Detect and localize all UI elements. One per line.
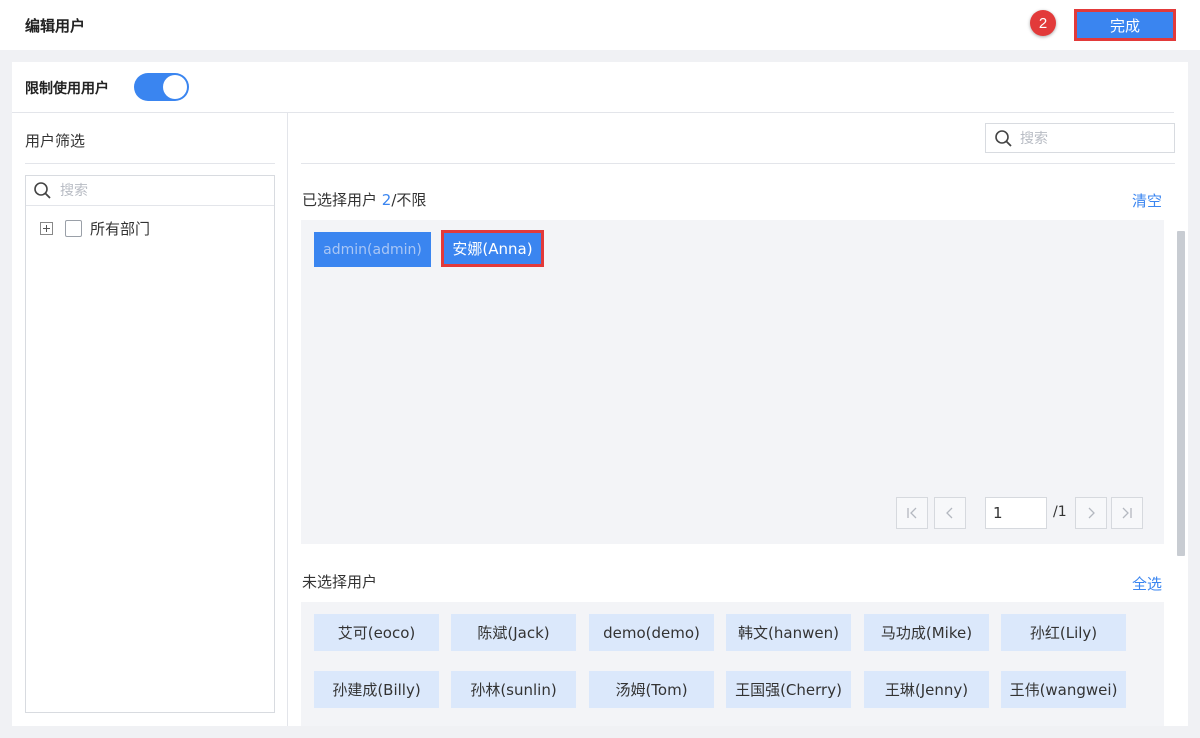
user-search-input[interactable] [1020,128,1168,150]
department-tree: 所有部门 [25,175,275,713]
selected-count: 2 [381,191,392,209]
unselected-users-title: 未选择用户 [302,573,378,591]
selected-limit: /不限 [391,191,427,209]
clear-button[interactable]: 清空 [1132,190,1162,211]
user-chip[interactable]: 王琳(Jenny) [864,671,989,708]
user-chip[interactable]: 汤姆(Tom) [589,671,714,708]
tree-search-bar [26,176,274,206]
restrict-users-label: 限制使用用户 [25,81,109,97]
divider [301,163,1175,164]
scrollbar[interactable] [1177,231,1185,556]
user-chip[interactable]: 马功成(Mike) [864,614,989,651]
selected-users-label: 已选择用户 [302,191,378,209]
page-number-input[interactable] [985,497,1047,529]
user-chip[interactable]: 陈斌(Jack) [451,614,576,651]
user-chip[interactable]: 王国强(Cherry) [726,671,851,708]
toggle-knob [163,75,187,99]
expand-icon[interactable] [40,221,53,235]
selected-users-area: admin(admin) 安娜(Anna) /1 [301,220,1164,544]
selected-user-chip-admin: admin(admin) [314,232,431,267]
divider [25,163,275,164]
done-button[interactable]: 完成 [1074,9,1176,41]
tree-item-label: 所有部门 [90,219,151,238]
user-search-box [985,123,1175,153]
user-chip[interactable]: 孙红(Lily) [1001,614,1126,651]
selected-users-title: 已选择用户 2/不限 [302,189,426,210]
user-chip[interactable]: 王伟(wangwei) [1001,671,1126,708]
last-page-button[interactable] [1111,497,1143,529]
user-filter-title: 用户筛选 [25,132,86,150]
first-page-button[interactable] [896,497,928,529]
search-icon [994,129,1014,153]
department-checkbox[interactable] [65,219,82,237]
restrict-users-toggle[interactable] [134,73,189,101]
next-page-button[interactable] [1075,497,1107,529]
user-chip[interactable]: 韩文(hanwen) [726,614,851,651]
unselected-users-area: 艾可(eoco) 陈斌(Jack) demo(demo) 韩文(hanwen) … [301,602,1164,726]
page-header: 编辑用户 2 完成 [0,0,1200,50]
prev-page-button[interactable] [934,497,966,529]
search-icon [33,181,53,205]
callout-badge-2: 2 [1030,10,1056,36]
edit-users-panel: 限制使用用户 用户筛选 所有部门 [12,62,1188,726]
page-title: 编辑用户 [25,17,86,35]
user-filter-column: 用户筛选 所有部门 [12,113,288,726]
page-total: /1 [1053,504,1067,520]
select-all-button[interactable]: 全选 [1132,573,1162,594]
user-chip[interactable]: demo(demo) [589,614,714,651]
users-column: 已选择用户 2/不限 1 清空 admin(admin) 安娜(Anna) /1 [289,113,1188,726]
user-chip[interactable]: 孙林(sunlin) [451,671,576,708]
user-chip[interactable]: 孙建成(Billy) [314,671,439,708]
tree-item-all-departments[interactable]: 所有部门 [40,218,150,238]
selected-user-chip-anna[interactable]: 安娜(Anna) [441,230,544,267]
tree-search-input[interactable] [60,180,260,202]
user-chip[interactable]: 艾可(eoco) [314,614,439,651]
